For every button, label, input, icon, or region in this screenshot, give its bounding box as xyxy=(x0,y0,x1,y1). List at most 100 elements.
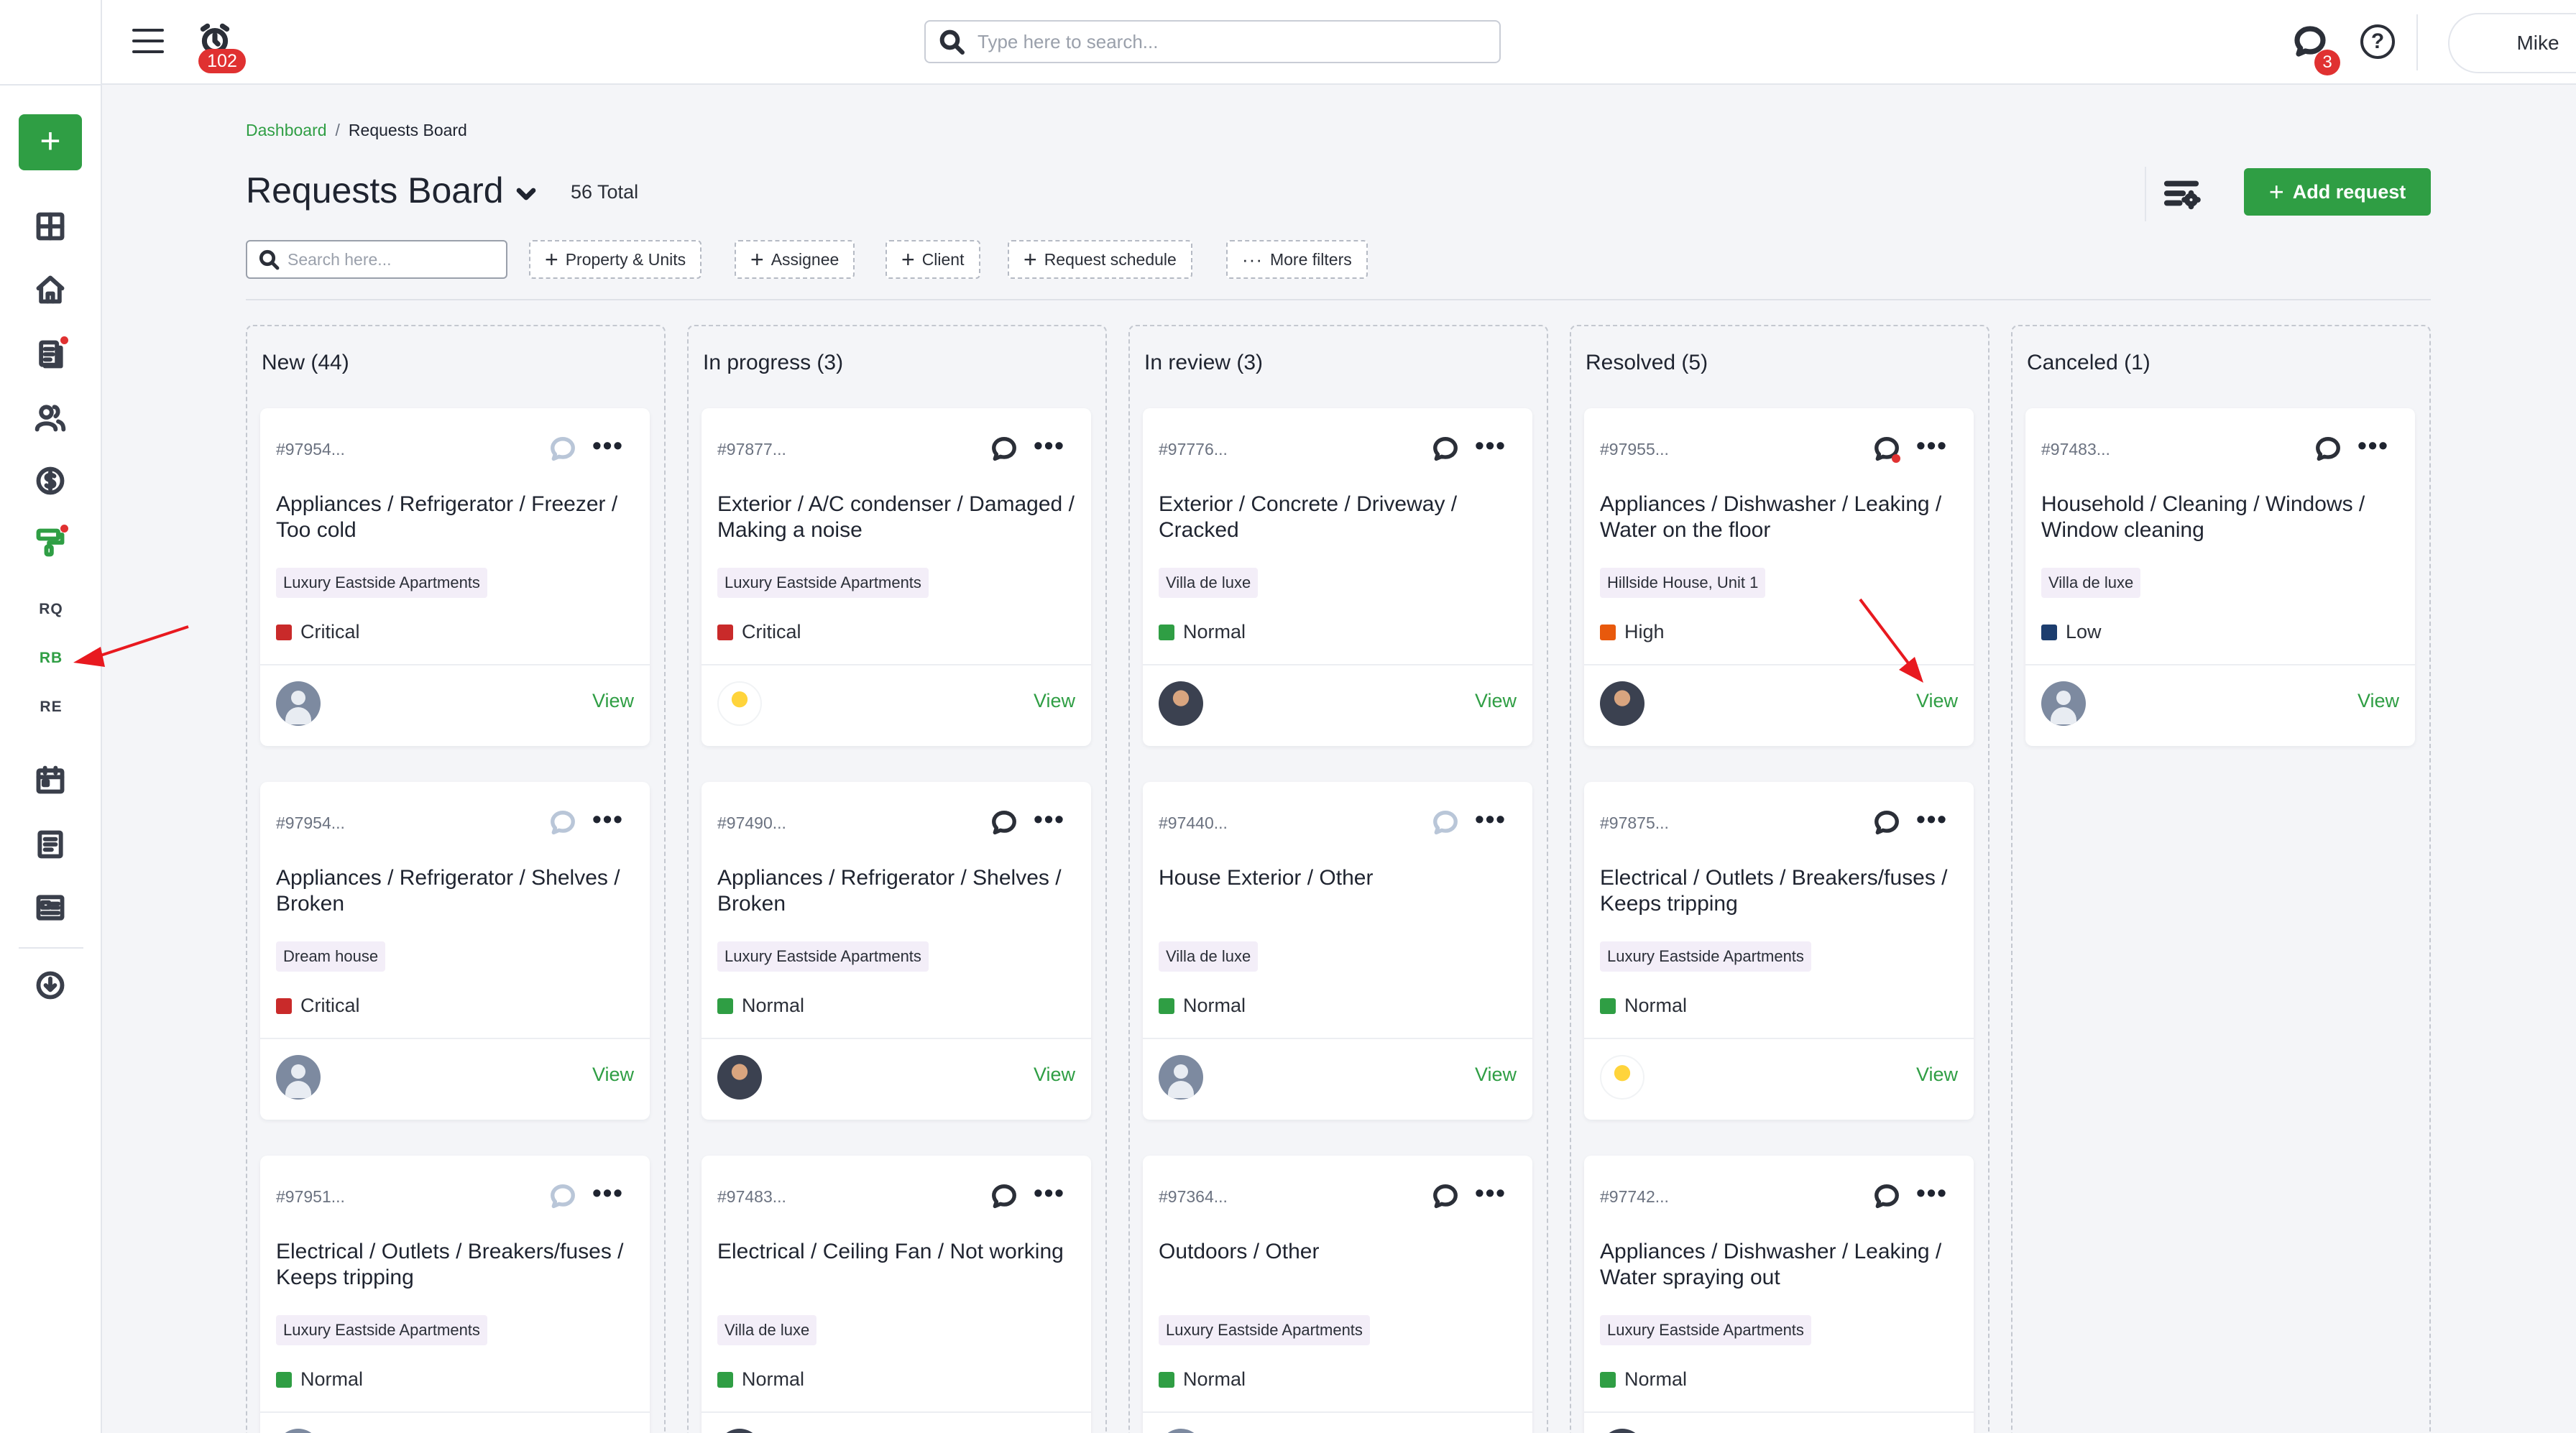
request-card[interactable]: #97951... ••• Electrical / Outlets / Break… xyxy=(260,1156,650,1433)
assignee-avatar[interactable] xyxy=(717,1429,762,1433)
request-card[interactable]: #97364... ••• Outdoors / Other Luxury Easts… xyxy=(1143,1156,1532,1433)
request-card[interactable]: #97483... ••• Household / Cleaning / Windo… xyxy=(2025,408,2415,746)
card-comments-button[interactable] xyxy=(990,436,1019,464)
card-more-button[interactable]: ••• xyxy=(1029,805,1070,837)
sidebar-sub-recurring[interactable]: RE xyxy=(22,688,80,726)
card-comments-button[interactable] xyxy=(549,436,578,464)
assignee-avatar[interactable] xyxy=(1159,1429,1203,1433)
global-search-input[interactable] xyxy=(978,30,1466,53)
sidebar-item-listings[interactable] xyxy=(28,885,73,930)
view-request-link[interactable]: View xyxy=(2358,690,2399,712)
card-more-button[interactable]: ••• xyxy=(1471,431,1511,463)
view-request-link[interactable]: View xyxy=(1475,690,1517,712)
request-card[interactable]: #97875... ••• Electrical / Outlets / Break… xyxy=(1584,782,1974,1120)
filter-property-units[interactable]: + Property & Units xyxy=(529,240,702,279)
request-card[interactable]: #97955... ••• Appliances / Dishwasher / Le… xyxy=(1584,408,1974,746)
card-comments-button[interactable] xyxy=(2314,436,2343,464)
view-request-link[interactable]: View xyxy=(1916,1064,1958,1086)
sidebar-item-dashboard[interactable] xyxy=(28,204,73,249)
assignee-avatar[interactable] xyxy=(1600,1429,1644,1433)
card-comments-button[interactable] xyxy=(1432,1183,1460,1212)
card-more-button[interactable]: ••• xyxy=(588,431,628,463)
card-comments-button[interactable] xyxy=(1432,436,1460,464)
card-comments-button[interactable] xyxy=(549,809,578,838)
request-card[interactable]: #97440... ••• House Exterior / Other Villa … xyxy=(1143,782,1532,1120)
card-more-button[interactable]: ••• xyxy=(1471,1179,1511,1210)
card-divider xyxy=(2025,664,2415,665)
card-more-button[interactable]: ••• xyxy=(588,805,628,837)
assignee-avatar[interactable] xyxy=(717,1055,762,1100)
card-more-button[interactable]: ••• xyxy=(588,1179,628,1210)
card-more-button[interactable]: ••• xyxy=(2353,431,2393,463)
breadcrumb-dashboard-link[interactable]: Dashboard xyxy=(246,121,327,140)
assignee-avatar[interactable] xyxy=(1159,681,1203,726)
card-comments-button[interactable] xyxy=(1873,1183,1902,1212)
add-request-button[interactable]: + Add request xyxy=(2244,168,2431,216)
card-more-button[interactable]: ••• xyxy=(1029,431,1070,463)
card-more-button[interactable]: ••• xyxy=(1912,1179,1952,1210)
request-title: Appliances / Refrigerator / Freezer / To… xyxy=(276,492,618,542)
filter-client[interactable]: + Client xyxy=(886,240,980,279)
quick-add-button[interactable]: + xyxy=(19,114,82,170)
request-id: #97875... xyxy=(1600,814,1669,832)
view-request-link[interactable]: View xyxy=(592,690,634,712)
request-card[interactable]: #97490... ••• Appliances / Refrigerator / … xyxy=(702,782,1091,1120)
view-request-link[interactable]: View xyxy=(592,1064,634,1086)
sidebar-sub-requests-board[interactable]: RB xyxy=(22,640,80,677)
report-icon xyxy=(37,830,63,859)
request-title: Household / Cleaning / Windows / Window … xyxy=(2041,492,2365,542)
view-request-link[interactable]: View xyxy=(1916,690,1958,712)
sidebar-item-contacts[interactable] xyxy=(28,395,73,440)
chat-bubble-icon xyxy=(549,1184,576,1213)
assignee-avatar[interactable] xyxy=(1159,1055,1203,1100)
priority-label: Critical xyxy=(742,621,801,642)
sidebar-item-accounting[interactable] xyxy=(28,459,73,503)
sidebar-sub-requests[interactable]: RQ xyxy=(22,591,80,628)
assignee-avatar[interactable] xyxy=(2041,681,2086,726)
card-comments-button[interactable] xyxy=(549,1183,578,1212)
card-comments-button[interactable] xyxy=(1873,436,1902,464)
card-more-button[interactable]: ••• xyxy=(1029,1179,1070,1210)
sidebar-item-calendar[interactable] xyxy=(28,757,73,802)
card-more-button[interactable]: ••• xyxy=(1912,805,1952,837)
request-card[interactable]: #97483... ••• Electrical / Ceiling Fan / N… xyxy=(702,1156,1091,1433)
priority: Critical xyxy=(717,621,801,643)
card-comments-button[interactable] xyxy=(1873,809,1902,838)
more-filters-button[interactable]: ··· More filters xyxy=(1226,240,1368,279)
filter-request-schedule[interactable]: + Request schedule xyxy=(1008,240,1192,279)
sidebar-item-download[interactable] xyxy=(28,963,73,1008)
assignee-avatar[interactable] xyxy=(1600,681,1644,726)
assignee-avatar[interactable] xyxy=(276,1429,321,1433)
assignee-avatar[interactable] xyxy=(1600,1055,1644,1100)
board-switcher-button[interactable] xyxy=(512,180,540,208)
filter-assignee[interactable]: + Assignee xyxy=(735,240,855,279)
assignee-avatar[interactable] xyxy=(276,681,321,726)
card-more-button[interactable]: ••• xyxy=(1471,805,1511,837)
request-card[interactable]: #97954... ••• Appliances / Refrigerator / … xyxy=(260,782,650,1120)
priority-label: Normal xyxy=(1183,995,1246,1016)
card-comments-button[interactable] xyxy=(1432,809,1460,838)
user-menu[interactable]: Mike xyxy=(2448,13,2576,73)
card-comments-button[interactable] xyxy=(990,809,1019,838)
request-card[interactable]: #97877... ••• Exterior / A/C condenser / D… xyxy=(702,408,1091,746)
request-card[interactable]: #97776... ••• Exterior / Concrete / Drivew… xyxy=(1143,408,1532,746)
view-request-link[interactable]: View xyxy=(1034,1064,1075,1086)
request-card[interactable]: #97954... ••• Appliances / Refrigerator / … xyxy=(260,408,650,746)
sidebar-item-leases[interactable] xyxy=(28,332,73,377)
request-card[interactable]: #97742... ••• Appliances / Dishwasher / Le… xyxy=(1584,1156,1974,1433)
card-comments-button[interactable] xyxy=(990,1183,1019,1212)
view-request-link[interactable]: View xyxy=(1475,1064,1517,1086)
sidebar-item-maintenance[interactable] xyxy=(28,520,73,565)
board-settings-button[interactable] xyxy=(2162,174,2202,214)
sidebar-item-properties[interactable] xyxy=(28,267,73,312)
view-request-link[interactable]: View xyxy=(1034,690,1075,712)
help-button[interactable]: ? xyxy=(2360,24,2395,59)
priority-label: Critical xyxy=(300,621,360,642)
request-title: Exterior / Concrete / Driveway / Cracked xyxy=(1159,492,1458,542)
assignee-avatar[interactable] xyxy=(276,1055,321,1100)
board-search-input[interactable] xyxy=(288,249,489,269)
menu-toggle-button[interactable] xyxy=(132,29,164,56)
assignee-avatar[interactable] xyxy=(717,681,762,726)
sidebar-item-reports[interactable] xyxy=(28,822,73,867)
card-more-button[interactable]: ••• xyxy=(1912,431,1952,463)
